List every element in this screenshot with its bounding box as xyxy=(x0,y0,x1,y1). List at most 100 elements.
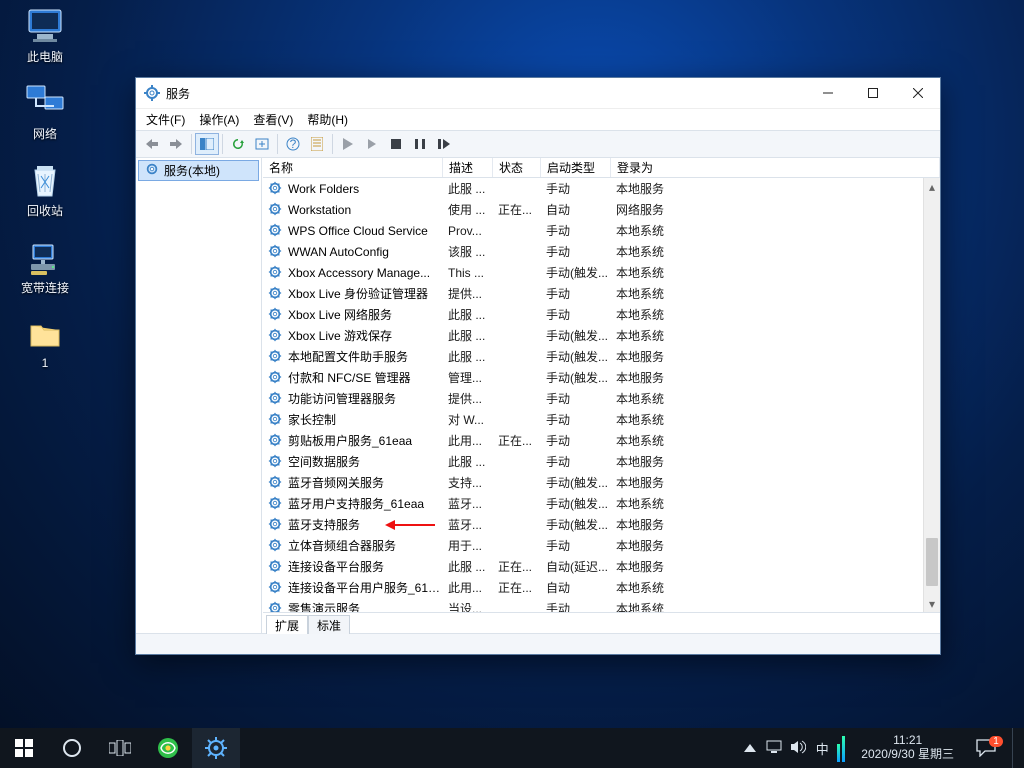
menu-view[interactable]: 查看(V) xyxy=(253,111,293,128)
desktop-icons: 此电脑 网络 回收站 宽带连接 1 xyxy=(8,6,82,370)
service-row[interactable]: 零售演示服务当设...手动本地系统 xyxy=(263,598,940,612)
services-list[interactable]: Work Folders此服 ...手动本地服务Workstation使用 ..… xyxy=(263,178,940,612)
cell-logon: 本地服务 xyxy=(616,537,706,554)
desktop-icon-broadband[interactable]: 宽带连接 xyxy=(8,237,82,296)
cell-desc: 蓝牙... xyxy=(448,516,498,533)
service-row[interactable]: 剪贴板用户服务_61eaa此用...正在...手动本地系统 xyxy=(263,430,940,451)
service-row[interactable]: Workstation使用 ...正在...自动网络服务 xyxy=(263,199,940,220)
toolbar-separator xyxy=(222,134,223,154)
service-row[interactable]: WWAN AutoConfig该服 ...手动本地系统 xyxy=(263,241,940,262)
toolbar-restart-button[interactable] xyxy=(432,133,456,155)
desktop-icon-recycle-bin[interactable]: 回收站 xyxy=(8,160,82,219)
service-row[interactable]: 连接设备平台用户服务_61e...此用...正在...自动本地系统 xyxy=(263,577,940,598)
col-header-name[interactable]: 名称 xyxy=(263,158,443,177)
toolbar-start-small-button[interactable] xyxy=(360,133,384,155)
service-row[interactable]: 蓝牙用户支持服务_61eaa蓝牙...手动(触发...本地系统 xyxy=(263,493,940,514)
service-row[interactable]: 空间数据服务此服 ...手动本地服务 xyxy=(263,451,940,472)
svg-text:?: ? xyxy=(290,137,297,151)
service-row[interactable]: Xbox Live 身份验证管理器提供...手动本地系统 xyxy=(263,283,940,304)
taskbar-app-ie[interactable] xyxy=(144,728,192,768)
this-pc-icon xyxy=(23,6,67,46)
minimize-button[interactable] xyxy=(805,78,850,108)
cell-startup: 手动 xyxy=(546,222,616,239)
cell-logon: 本地系统 xyxy=(616,495,706,512)
tray-clock[interactable]: 11:21 2020/9/30 星期三 xyxy=(855,734,960,762)
col-header-desc[interactable]: 描述 xyxy=(443,158,493,177)
toolbar-start-button[interactable] xyxy=(336,133,360,155)
service-row[interactable]: Xbox Live 网络服务此服 ...手动本地系统 xyxy=(263,304,940,325)
service-icon xyxy=(268,601,284,613)
tray-volume-icon[interactable] xyxy=(789,740,807,757)
cell-desc: 当设... xyxy=(448,600,498,612)
vertical-scrollbar[interactable]: ▴ ▾ xyxy=(923,178,940,612)
tray-ime-indicator[interactable]: 中 xyxy=(813,739,831,758)
service-row[interactable]: 本地配置文件助手服务此服 ...手动(触发...本地服务 xyxy=(263,346,940,367)
task-view-button[interactable] xyxy=(96,728,144,768)
cell-name: 付款和 NFC/SE 管理器 xyxy=(288,369,448,386)
menu-action[interactable]: 操作(A) xyxy=(199,111,239,128)
service-row[interactable]: Xbox Live 游戏保存此服 ...手动(触发...本地系统 xyxy=(263,325,940,346)
cell-desc: 此服 ... xyxy=(448,348,498,365)
titlebar[interactable]: 服务 xyxy=(136,78,940,108)
nav-item-label: 服务(本地) xyxy=(164,162,220,179)
tab-extended[interactable]: 扩展 xyxy=(266,615,308,634)
maximize-button[interactable] xyxy=(850,78,895,108)
show-desktop-button[interactable] xyxy=(1012,728,1018,768)
desktop-icon-network[interactable]: 网络 xyxy=(8,83,82,142)
service-row[interactable]: 付款和 NFC/SE 管理器管理...手动(触发...本地服务 xyxy=(263,367,940,388)
toolbar-forward-button[interactable] xyxy=(164,133,188,155)
cell-logon: 本地服务 xyxy=(616,180,706,197)
cortana-button[interactable] xyxy=(48,728,96,768)
tray-overflow-button[interactable] xyxy=(741,741,759,755)
toolbar-properties-button[interactable] xyxy=(305,133,329,155)
desktop-icon-this-pc[interactable]: 此电脑 xyxy=(8,6,82,65)
scroll-down-button[interactable]: ▾ xyxy=(924,595,940,612)
col-header-logon[interactable]: 登录为 xyxy=(611,158,940,177)
menu-help[interactable]: 帮助(H) xyxy=(307,111,348,128)
desktop-icon-folder-1[interactable]: 1 xyxy=(8,314,82,370)
cell-name: Xbox Live 游戏保存 xyxy=(288,327,448,344)
service-row[interactable]: 家长控制对 W...手动本地系统 xyxy=(263,409,940,430)
toolbar-stop-button[interactable] xyxy=(384,133,408,155)
nav-item-services-local[interactable]: 服务(本地) xyxy=(138,160,259,181)
service-icon xyxy=(268,328,284,344)
toolbar-show-hide-tree-button[interactable] xyxy=(195,133,219,155)
cell-name: 功能访问管理器服务 xyxy=(288,390,448,407)
service-row[interactable]: 蓝牙音频网关服务支持...手动(触发...本地服务 xyxy=(263,472,940,493)
service-row[interactable]: 蓝牙支持服务蓝牙...手动(触发...本地服务 xyxy=(263,514,940,535)
service-row[interactable]: Work Folders此服 ...手动本地服务 xyxy=(263,178,940,199)
toolbar-export-list-button[interactable] xyxy=(250,133,274,155)
service-row[interactable]: WPS Office Cloud ServiceProv...手动本地系统 xyxy=(263,220,940,241)
cell-desc: 此服 ... xyxy=(448,558,498,575)
tray-network-icon[interactable] xyxy=(765,740,783,757)
toolbar-separator xyxy=(277,134,278,154)
service-row[interactable]: Xbox Accessory Manage...This ...手动(触发...… xyxy=(263,262,940,283)
col-header-status[interactable]: 状态 xyxy=(493,158,541,177)
close-button[interactable] xyxy=(895,78,940,108)
tab-standard[interactable]: 标准 xyxy=(308,615,350,634)
statusbar xyxy=(136,633,940,654)
cell-status: 正在... xyxy=(498,579,546,596)
cell-startup: 手动(触发... xyxy=(546,348,616,365)
start-button[interactable] xyxy=(0,728,48,768)
scroll-thumb[interactable] xyxy=(926,538,938,586)
service-row[interactable]: 功能访问管理器服务提供...手动本地系统 xyxy=(263,388,940,409)
cell-name: WPS Office Cloud Service xyxy=(288,224,448,238)
toolbar-help-button[interactable]: ? xyxy=(281,133,305,155)
toolbar-separator xyxy=(191,134,192,154)
clock-date: 2020/9/30 星期三 xyxy=(861,748,954,762)
cell-desc: 蓝牙... xyxy=(448,495,498,512)
toolbar-refresh-button[interactable] xyxy=(226,133,250,155)
clock-time: 11:21 xyxy=(893,734,922,748)
cell-logon: 本地系统 xyxy=(616,306,706,323)
col-header-startup[interactable]: 启动类型 xyxy=(541,158,611,177)
toolbar-back-button[interactable] xyxy=(140,133,164,155)
service-row[interactable]: 立体音频组合器服务用于...手动本地服务 xyxy=(263,535,940,556)
action-center-button[interactable]: 1 xyxy=(966,739,1006,757)
taskbar-app-services-active[interactable] xyxy=(192,728,240,768)
menu-file[interactable]: 文件(F) xyxy=(146,111,185,128)
cell-logon: 本地系统 xyxy=(616,390,706,407)
service-row[interactable]: 连接设备平台服务此服 ...正在...自动(延迟...本地服务 xyxy=(263,556,940,577)
scroll-up-button[interactable]: ▴ xyxy=(924,178,940,195)
toolbar-pause-button[interactable] xyxy=(408,133,432,155)
